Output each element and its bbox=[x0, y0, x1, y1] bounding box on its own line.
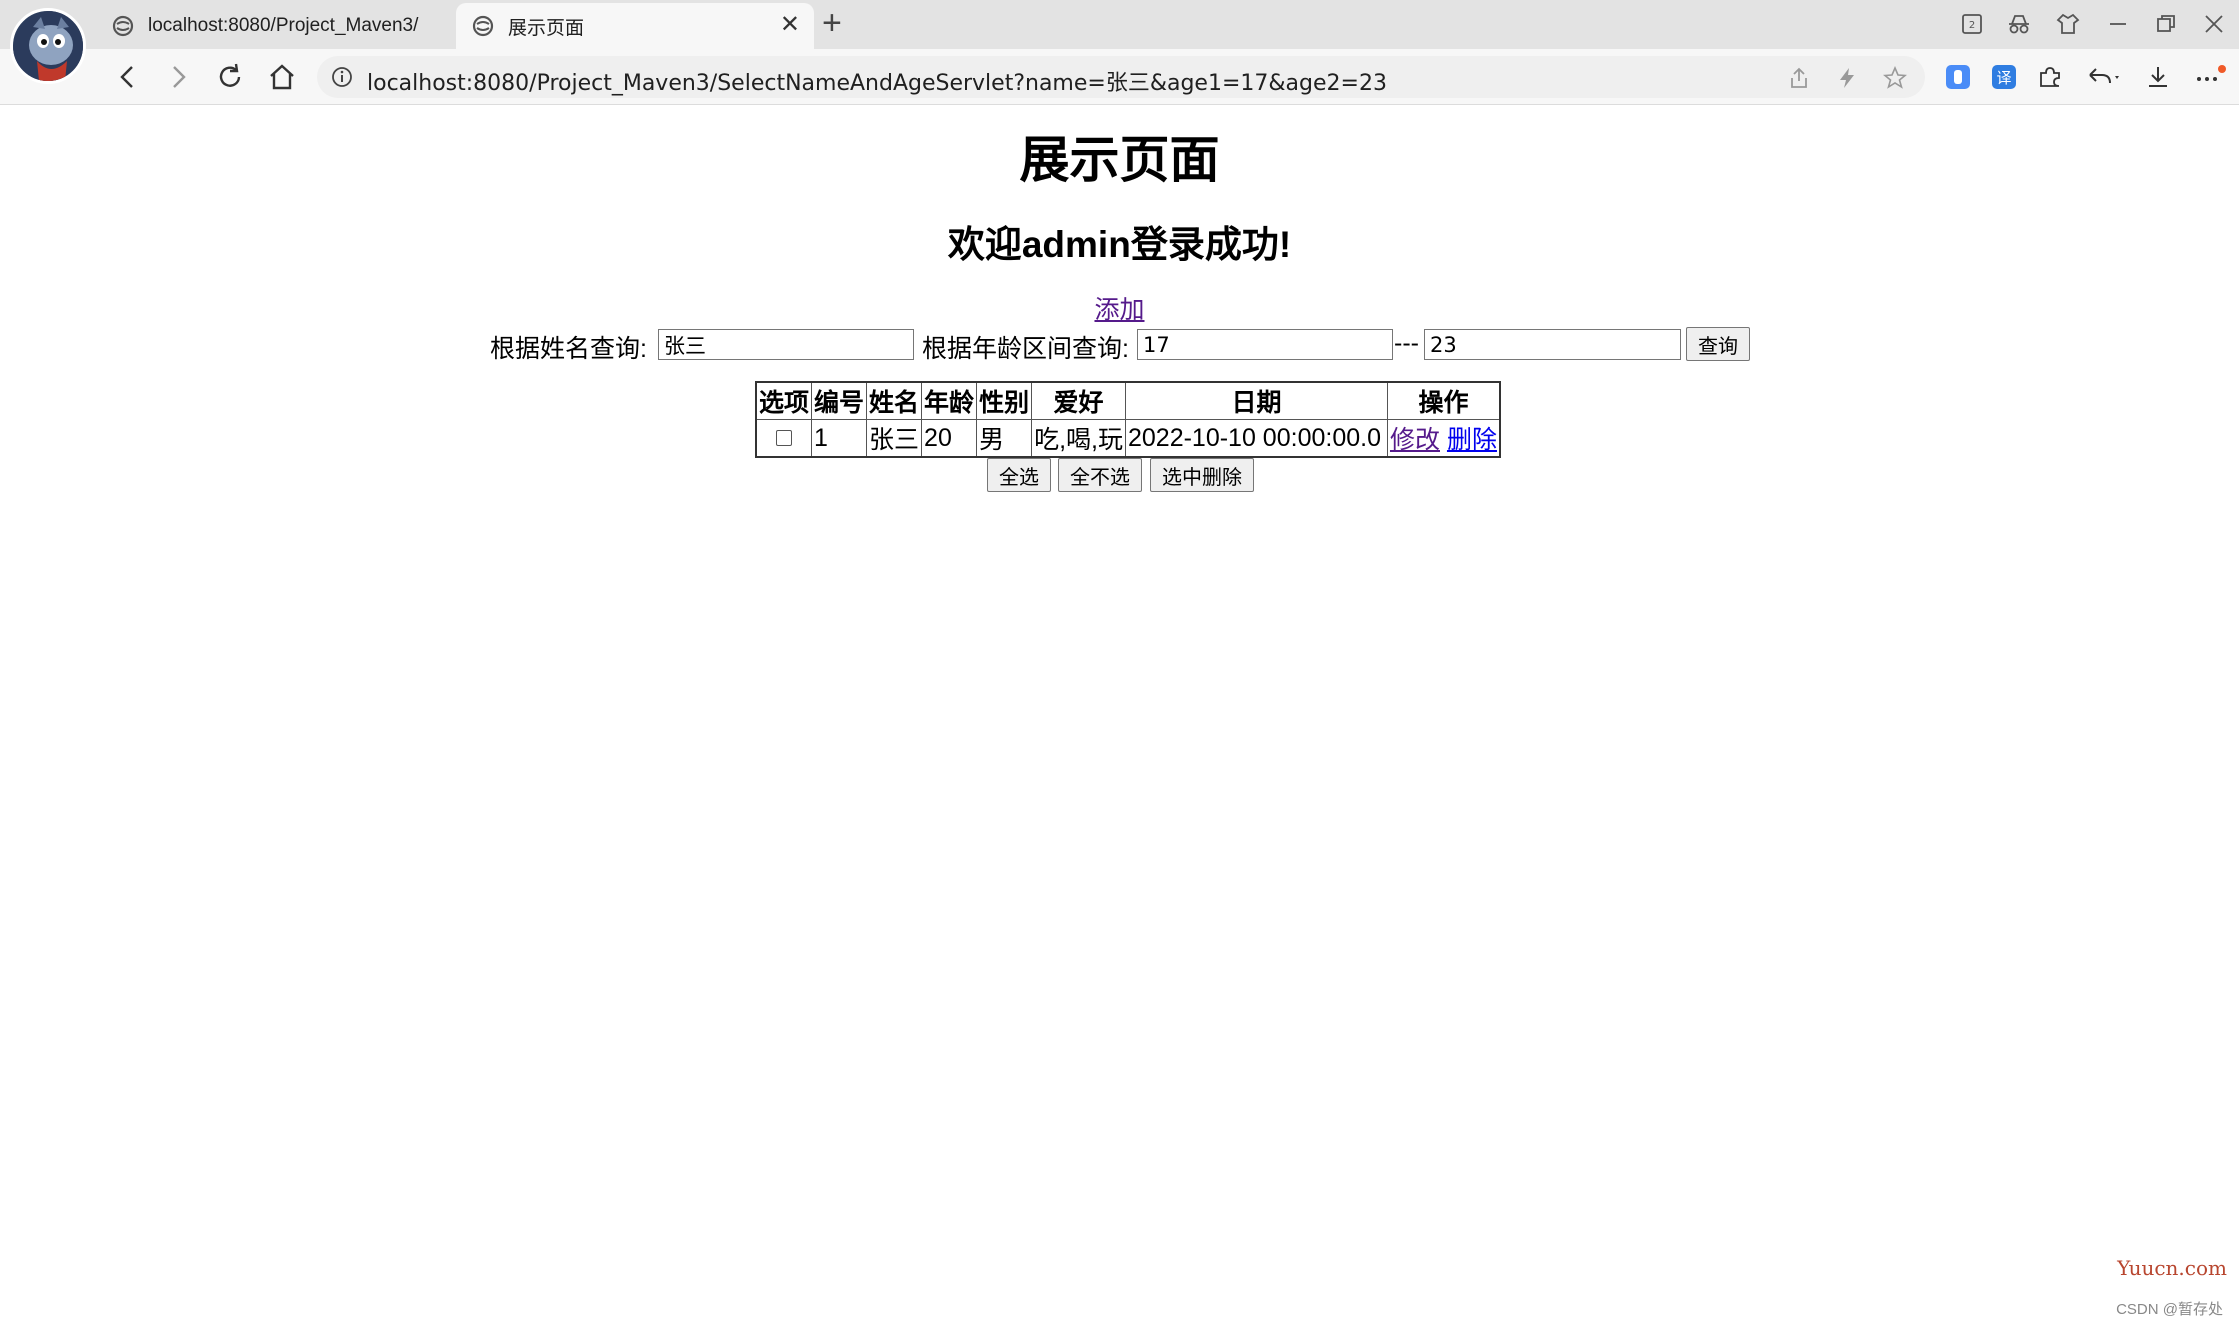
age-range-separator: --- bbox=[1394, 329, 1419, 357]
gender-cell: 男 bbox=[976, 419, 1033, 458]
hobby-cell: 吃,喝,玩 bbox=[1031, 419, 1126, 458]
select-all-button[interactable]: 全选 bbox=[987, 458, 1051, 492]
column-header: 性别 bbox=[976, 381, 1033, 420]
query-button[interactable]: 查询 bbox=[1686, 327, 1750, 361]
tab-bar: localhost:8080/Project_Maven3/ 展示页面 ✕ + … bbox=[0, 0, 2239, 84]
extension-blue-icon[interactable] bbox=[1944, 63, 1972, 91]
column-header: 年龄 bbox=[921, 381, 978, 420]
globe-icon bbox=[112, 15, 134, 37]
row-checkbox[interactable] bbox=[776, 429, 792, 446]
info-icon[interactable] bbox=[331, 66, 353, 88]
age-cell: 20 bbox=[921, 419, 978, 458]
tab-title: 展示页面 bbox=[508, 17, 585, 39]
name-search-label: 根据姓名查询: bbox=[490, 335, 647, 363]
table-header-row: 选项 编号 姓名 年龄 性别 爱好 日期 操作 bbox=[755, 381, 1501, 420]
home-icon[interactable] bbox=[266, 61, 298, 93]
tab-title: localhost:8080/Project_Maven3/ bbox=[148, 15, 419, 36]
actions-cell: 修改 删除 bbox=[1386, 419, 1501, 458]
delete-selected-button[interactable]: 选中删除 bbox=[1150, 458, 1254, 492]
table-row: 1 张三 20 男 吃,喝,玩 2022-10-10 00:00:00.0 修改… bbox=[755, 419, 1501, 458]
tab-counter-icon[interactable]: 2 bbox=[1960, 12, 1984, 36]
tab-project-maven3[interactable]: localhost:8080/Project_Maven3/ bbox=[96, 3, 456, 49]
globe-icon bbox=[472, 15, 494, 37]
svg-text:译: 译 bbox=[1996, 69, 2011, 87]
edit-link[interactable]: 修改 bbox=[1390, 426, 1440, 454]
incognito-icon[interactable] bbox=[2006, 12, 2032, 36]
site-watermark: Yuucn.com bbox=[2117, 1256, 2227, 1280]
add-link[interactable]: 添加 bbox=[0, 290, 2239, 326]
age-range-label: 根据年龄区间查询: bbox=[922, 335, 1129, 363]
name-cell: 张三 bbox=[866, 419, 923, 458]
address-bar[interactable]: localhost:8080/Project_Maven3/SelectName… bbox=[317, 56, 1925, 98]
star-icon[interactable] bbox=[1883, 66, 1907, 90]
user-table: 选项 编号 姓名 年龄 性别 爱好 日期 操作 1 张三 20 男 吃,喝,玩 … bbox=[755, 381, 1501, 458]
csdn-watermark: CSDN @暂存处 bbox=[2116, 1301, 2223, 1318]
browser-toolbar: localhost:8080/Project_Maven3/SelectName… bbox=[0, 49, 2239, 105]
minimize-icon[interactable] bbox=[2106, 12, 2130, 36]
share-icon[interactable] bbox=[1787, 66, 1811, 90]
close-window-icon[interactable] bbox=[2202, 12, 2226, 36]
column-header: 姓名 bbox=[866, 381, 923, 420]
tab-display-page[interactable]: 展示页面 ✕ bbox=[456, 3, 814, 49]
lightning-icon[interactable] bbox=[1835, 66, 1859, 90]
welcome-heading: 欢迎admin登录成功! bbox=[947, 224, 1292, 265]
delete-link[interactable]: 删除 bbox=[1447, 426, 1497, 454]
column-header: 操作 bbox=[1386, 381, 1501, 420]
page-title: 展示页面 bbox=[1019, 132, 1220, 188]
age-from-input[interactable] bbox=[1137, 329, 1393, 360]
date-cell: 2022-10-10 00:00:00.0 bbox=[1124, 419, 1388, 458]
column-header: 日期 bbox=[1124, 381, 1388, 420]
column-header: 爱好 bbox=[1031, 381, 1126, 420]
close-tab-icon[interactable]: ✕ bbox=[780, 10, 800, 39]
download-icon[interactable] bbox=[2144, 63, 2172, 91]
translate-icon[interactable]: 译 bbox=[1990, 63, 2018, 91]
row-select-cell bbox=[755, 419, 813, 458]
extensions-shirt-icon[interactable] bbox=[2056, 12, 2080, 36]
column-header: 选项 bbox=[755, 381, 813, 420]
puzzle-icon[interactable] bbox=[2036, 63, 2064, 91]
restore-icon[interactable] bbox=[2154, 12, 2178, 36]
column-header: 编号 bbox=[811, 381, 868, 420]
back-icon[interactable] bbox=[112, 61, 144, 93]
url-text[interactable]: localhost:8080/Project_Maven3/SelectName… bbox=[367, 65, 1387, 97]
id-cell: 1 bbox=[811, 419, 868, 458]
new-tab-button[interactable]: + bbox=[822, 4, 842, 43]
undo-icon[interactable] bbox=[2084, 63, 2124, 91]
svg-text:2: 2 bbox=[1969, 20, 1975, 31]
profile-avatar[interactable] bbox=[10, 8, 86, 84]
forward-icon[interactable] bbox=[162, 61, 194, 93]
reload-icon[interactable] bbox=[214, 61, 246, 93]
more-menu-icon[interactable] bbox=[2192, 63, 2228, 91]
select-none-button[interactable]: 全不选 bbox=[1058, 458, 1142, 492]
name-search-input[interactable] bbox=[658, 329, 914, 360]
age-to-input[interactable] bbox=[1424, 329, 1681, 360]
